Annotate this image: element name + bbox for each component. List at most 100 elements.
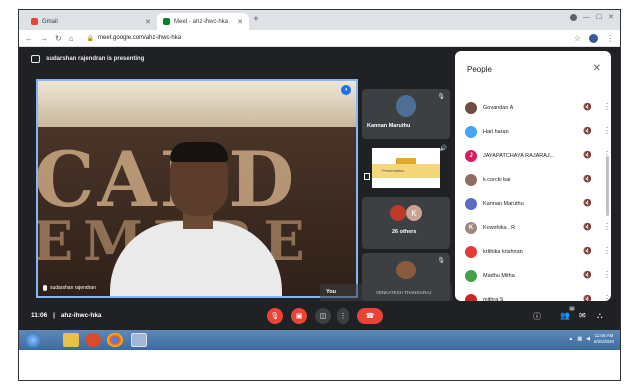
forward-icon[interactable]: → bbox=[40, 34, 48, 43]
participant-avatar bbox=[465, 126, 477, 138]
close-panel-icon[interactable]: ✕ bbox=[593, 63, 601, 74]
tray-up-arrow-icon[interactable]: ▲ bbox=[568, 336, 573, 342]
camera-toggle-button[interactable]: ▣ bbox=[291, 308, 307, 324]
participant-name: krithika krishnan bbox=[483, 249, 523, 255]
people-panel: People ✕ Govandan A 🔇 ⋮ Hari haran 🔇 ⋮ J JAYAPA… bbox=[455, 51, 611, 301]
participant-name: Kowshika . R bbox=[483, 225, 516, 231]
network-icon[interactable]: ▦ bbox=[577, 336, 582, 342]
home-icon[interactable]: ⌂ bbox=[69, 34, 74, 43]
mic-off-icon[interactable]: 🔇 bbox=[583, 271, 592, 279]
slide-title-box bbox=[396, 158, 416, 164]
more-options-icon[interactable]: ⋮ bbox=[603, 270, 611, 279]
main-tile-name: sudarshan rajendran bbox=[43, 285, 96, 291]
present-screen-icon bbox=[31, 55, 40, 63]
profile-avatar[interactable] bbox=[589, 33, 598, 43]
more-options-icon[interactable]: ⋮ bbox=[603, 246, 611, 255]
close-tab-icon[interactable]: ✕ bbox=[237, 18, 243, 26]
gmail-icon bbox=[31, 18, 38, 25]
speaking-indicator-icon: ◖ bbox=[341, 85, 351, 95]
more-options-icon[interactable]: ⋮ bbox=[603, 126, 611, 135]
mic-off-icon[interactable]: 🔇 bbox=[583, 103, 592, 111]
paint-icon[interactable] bbox=[131, 333, 147, 347]
participant-row[interactable]: k.corcki bai🔇⋮ bbox=[455, 169, 611, 189]
participant-row[interactable]: krithika krishnan 🔇 ⋮ bbox=[455, 241, 611, 261]
presenting-text: sudarshan rajendran is presenting bbox=[46, 56, 145, 62]
mic-off-icon[interactable]: 🔇 bbox=[583, 295, 592, 301]
participant-row[interactable]: Madhu Mitha 🔇 ⋮ bbox=[455, 265, 611, 285]
self-label: You bbox=[326, 289, 336, 295]
info-icon[interactable]: ⓘ bbox=[533, 311, 541, 322]
lock-icon: 🔒 bbox=[86, 35, 95, 42]
close-tab-icon[interactable]: ✕ bbox=[145, 18, 151, 26]
mic-muted-icon: 🎙 bbox=[437, 94, 445, 100]
mic-icon bbox=[43, 285, 47, 291]
others-tile[interactable]: K 26 others bbox=[362, 197, 450, 249]
mic-off-icon[interactable]: 🔇 bbox=[583, 175, 592, 183]
browser-tab-bar: Gmail ✕ Meet - ahz-ihwc-hka ✕ + — ☐ ✕ bbox=[19, 10, 620, 30]
taskbar-clock[interactable]: 11:06 AM 8/25/2020 bbox=[594, 333, 614, 345]
start-button[interactable] bbox=[25, 332, 41, 348]
minimize-button[interactable]: — bbox=[583, 14, 590, 21]
new-tab-button[interactable]: + bbox=[253, 14, 259, 25]
panel-scrollbar[interactable] bbox=[606, 156, 609, 216]
url-field[interactable]: 🔒 meet.google.com/ahz-ihwc-hka bbox=[87, 35, 567, 42]
participant-tile[interactable]: 🎙 Kannan Maruthu bbox=[362, 89, 450, 139]
participant-avatar: J bbox=[465, 150, 477, 162]
address-bar: ← → ↻ ⌂ 🔒 meet.google.com/ahz-ihwc-hka ☆… bbox=[19, 30, 620, 47]
speaker-hair bbox=[170, 142, 228, 162]
back-icon[interactable]: ← bbox=[25, 34, 33, 43]
mic-toggle-button[interactable]: 🎙 bbox=[267, 308, 283, 324]
reload-icon[interactable]: ↻ bbox=[55, 34, 62, 43]
participant-row[interactable]: J JAYAPATCHAYA RAJARAJ... 🔇 ⋮ bbox=[455, 145, 611, 165]
presentation-tile[interactable]: Presentation 🔊 bbox=[362, 143, 450, 193]
mic-off-icon[interactable]: 🔇 bbox=[583, 127, 592, 135]
participant-row[interactable]: Kannan Maruthu🔇⋮ bbox=[455, 193, 611, 213]
mic-off-icon[interactable]: 🔇 bbox=[583, 199, 592, 207]
mic-off-icon[interactable]: 🔇 bbox=[583, 151, 592, 159]
participant-row[interactable]: Govandan A 🔇 ⋮ bbox=[455, 97, 611, 117]
chat-icon[interactable]: ✉ bbox=[579, 311, 586, 320]
menu-kebab-icon[interactable]: ⋮ bbox=[606, 34, 614, 43]
tab-gmail[interactable]: Gmail ✕ bbox=[25, 13, 157, 30]
main-video-tile[interactable]: CADD EMBRE ◖ sudarshan rajendran bbox=[36, 79, 358, 298]
participant-avatar bbox=[465, 174, 477, 186]
screenshot-frame: Gmail ✕ Meet - ahz-ihwc-hka ✕ + — ☐ ✕ ← … bbox=[18, 9, 621, 381]
captions-button[interactable]: ◫ bbox=[315, 308, 331, 324]
chrome-icon[interactable] bbox=[107, 333, 123, 347]
activities-icon[interactable]: ⛬ bbox=[597, 311, 603, 321]
participant-row[interactable]: Hari haran 🔇 ⋮ bbox=[455, 121, 611, 141]
tab-label: Meet - ahz-ihwc-hka bbox=[174, 18, 229, 25]
volume-icon[interactable]: ◀ bbox=[586, 336, 590, 342]
meeting-details[interactable]: 11:06 | ahz-ihwc-hka bbox=[31, 312, 102, 319]
more-options-button[interactable]: ⋮ bbox=[337, 308, 349, 324]
close-window-button[interactable]: ✕ bbox=[608, 13, 614, 21]
mic-off-icon[interactable]: 🔇 bbox=[583, 223, 592, 231]
meeting-id: ahz-ihwc-hka bbox=[60, 312, 102, 319]
presenting-banner: sudarshan rajendran is presenting bbox=[31, 53, 144, 65]
participant-avatar bbox=[390, 205, 406, 221]
media-player-icon[interactable] bbox=[85, 333, 101, 347]
tile-name: Kannan Maruthu bbox=[367, 123, 411, 129]
mic-off-icon[interactable]: 🔇 bbox=[583, 247, 592, 255]
call-controls-bar: 11:06 | ahz-ihwc-hka 🎙 ▣ ◫ ⋮ ☎ ⓘ 👥 30 ✉ ⛬ bbox=[19, 303, 620, 330]
participant-name: Kannan Maruthu bbox=[483, 201, 524, 207]
more-options-icon[interactable]: ⋮ bbox=[603, 222, 611, 231]
url-text: meet.google.com/ahz-ihwc-hka bbox=[98, 35, 182, 41]
file-explorer-icon[interactable] bbox=[63, 333, 79, 347]
tab-label: Gmail bbox=[42, 18, 58, 25]
participant-name: k.corcki bai bbox=[483, 177, 511, 183]
bookmark-star-icon[interactable]: ☆ bbox=[574, 34, 581, 43]
more-options-icon[interactable]: ⋮ bbox=[603, 102, 611, 111]
people-button[interactable]: 👥 30 bbox=[560, 306, 575, 320]
toolbar-right: ☆ ⋮ bbox=[574, 33, 614, 43]
participant-row[interactable]: K Kowshika . R 🔇 ⋮ bbox=[455, 217, 611, 237]
end-call-button[interactable]: ☎ bbox=[357, 308, 383, 324]
participant-row[interactable]: mithra S 🔇 ⋮ bbox=[455, 289, 611, 301]
record-icon bbox=[569, 13, 577, 21]
maximize-button[interactable]: ☐ bbox=[596, 13, 602, 21]
slide-text: Presentation bbox=[382, 168, 405, 173]
screen: Gmail ✕ Meet - ahz-ihwc-hka ✕ + — ☐ ✕ ← … bbox=[19, 10, 620, 350]
video-ceiling bbox=[38, 81, 356, 127]
tab-meet[interactable]: Meet - ahz-ihwc-hka ✕ bbox=[157, 13, 249, 30]
more-options-icon[interactable]: ⋮ bbox=[603, 294, 611, 301]
